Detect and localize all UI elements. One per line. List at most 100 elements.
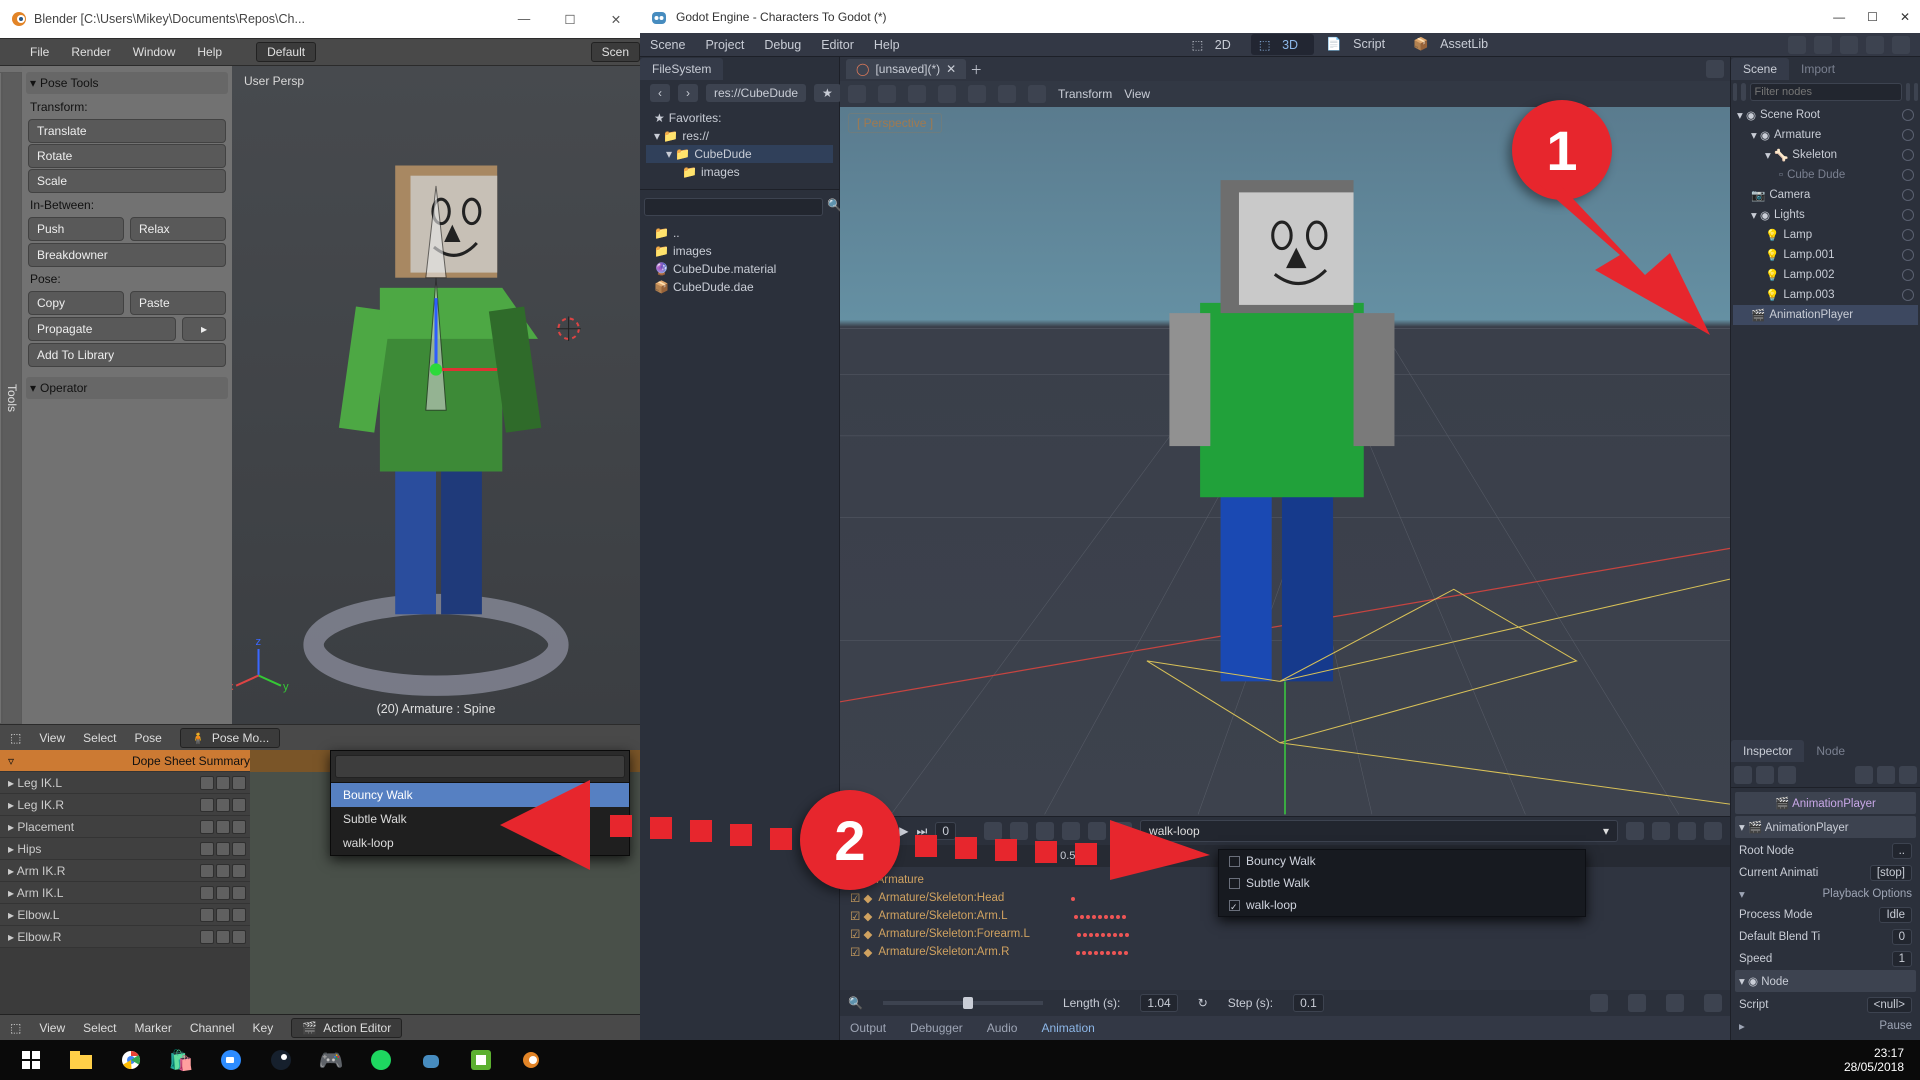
channel-armikl[interactable]: ▸ Arm IK.L bbox=[0, 882, 250, 904]
panel-operator[interactable]: ▾ Operator bbox=[26, 377, 228, 399]
action-editor-dropdown[interactable]: 🎬 Action Editor bbox=[291, 1018, 402, 1038]
action-item-walkloop[interactable]: walk-loop bbox=[331, 831, 629, 855]
insp-load-icon[interactable] bbox=[1756, 766, 1774, 784]
rotate-tool-icon[interactable] bbox=[908, 85, 926, 103]
hdr-select[interactable]: Select bbox=[83, 731, 116, 745]
godot-taskbar-icon[interactable] bbox=[406, 1040, 456, 1080]
inspector-node-head[interactable]: ▾ ◉ Node bbox=[1735, 970, 1916, 992]
add-node-icon[interactable] bbox=[1733, 83, 1737, 101]
inspector-tab[interactable]: Inspector bbox=[1731, 740, 1804, 762]
copy-button[interactable]: Copy bbox=[28, 291, 124, 315]
channel-armikr[interactable]: ▸ Arm IK.R bbox=[0, 860, 250, 882]
play-scene-icon[interactable] bbox=[1866, 36, 1884, 54]
scale-tool-icon[interactable] bbox=[938, 85, 956, 103]
blender-menu-window[interactable]: Window bbox=[133, 45, 176, 59]
distraction-free-icon[interactable] bbox=[1706, 60, 1724, 78]
fs-images[interactable]: 📁 images bbox=[646, 163, 833, 181]
propagate-button[interactable]: Propagate bbox=[28, 317, 176, 341]
fs-item-dae[interactable]: 📦 CubeDude.dae bbox=[646, 278, 833, 296]
node-lamp002[interactable]: 💡 Lamp.002 bbox=[1733, 265, 1918, 285]
visibility-icon[interactable] bbox=[1902, 169, 1914, 181]
anim-load-icon[interactable] bbox=[1010, 822, 1028, 840]
channel-elbowl[interactable]: ▸ Elbow.L bbox=[0, 904, 250, 926]
ds-hdr-marker[interactable]: Marker bbox=[135, 1021, 172, 1035]
import-dock-tab[interactable]: Import bbox=[1789, 58, 1847, 80]
blender-taskbar-icon[interactable] bbox=[506, 1040, 556, 1080]
anim-tool2-icon[interactable] bbox=[1628, 994, 1646, 1012]
blender-menubar[interactable]: File Render Window Help Default Scen bbox=[0, 38, 640, 66]
add-to-library-button[interactable]: Add To Library bbox=[28, 343, 226, 367]
blender-menu-file[interactable]: File bbox=[30, 45, 49, 59]
play-icon[interactable] bbox=[1788, 36, 1806, 54]
camtasia-icon[interactable] bbox=[456, 1040, 506, 1080]
chrome-icon[interactable] bbox=[106, 1040, 156, 1080]
loop-icon[interactable]: ↻ bbox=[1198, 996, 1208, 1010]
vtab-options[interactable]: Options bbox=[0, 72, 2, 724]
menu-editor[interactable]: Editor bbox=[821, 38, 854, 52]
animlist-subtlewalk[interactable]: Subtle Walk bbox=[1219, 872, 1585, 894]
node-armature[interactable]: ▾ ◉ Armature bbox=[1733, 125, 1918, 145]
channel-legikr[interactable]: ▸ Leg IK.R bbox=[0, 794, 250, 816]
btab-debugger[interactable]: Debugger bbox=[910, 1021, 963, 1035]
scene-dropdown[interactable]: Scen bbox=[591, 42, 640, 62]
anim-pin-icon[interactable] bbox=[1704, 822, 1722, 840]
ds-hdr-key[interactable]: Key bbox=[253, 1021, 274, 1035]
menu-scene[interactable]: Scene bbox=[650, 38, 685, 52]
hdr-view[interactable]: View bbox=[39, 731, 65, 745]
mode-assetlib[interactable]: 📦 AssetLib bbox=[1405, 34, 1504, 55]
animation-list-popup[interactable]: Bouncy Walk Subtle Walk walk-loop bbox=[1218, 849, 1586, 917]
maximize-icon[interactable]: ☐ bbox=[556, 5, 584, 33]
visibility-icon[interactable] bbox=[1902, 189, 1914, 201]
channel-elbowr[interactable]: ▸ Elbow.R bbox=[0, 926, 250, 948]
node-lamp[interactable]: 💡 Lamp bbox=[1733, 225, 1918, 245]
close-icon[interactable]: ✕ bbox=[1900, 10, 1910, 24]
tool-shelf-tabs[interactable]: Tools Options Grease Pencil bbox=[0, 66, 22, 724]
view-menu[interactable]: View bbox=[1124, 87, 1150, 101]
anim-new-icon[interactable] bbox=[984, 822, 1002, 840]
anim-tool3-icon[interactable] bbox=[1666, 994, 1684, 1012]
insp-fwd-icon[interactable] bbox=[1877, 766, 1895, 784]
visibility-icon[interactable] bbox=[1902, 289, 1914, 301]
visibility-icon[interactable] bbox=[1902, 209, 1914, 221]
node-tab[interactable]: Node bbox=[1804, 740, 1857, 762]
mode-dropdown[interactable]: 🧍 Pose Mo... bbox=[180, 728, 280, 748]
anim-tool1-icon[interactable] bbox=[1590, 994, 1608, 1012]
channel-placement[interactable]: ▸ Placement bbox=[0, 816, 250, 838]
ds-hdr-view[interactable]: View bbox=[39, 1021, 65, 1035]
relax-button[interactable]: Relax bbox=[130, 217, 226, 241]
length-value[interactable]: 1.04 bbox=[1140, 994, 1177, 1012]
godot-menubar[interactable]: Scene Project Debug Editor Help ⬚ 2D ⬚ 3… bbox=[640, 33, 1920, 57]
fs-filter-input[interactable] bbox=[644, 198, 823, 216]
visibility-icon[interactable] bbox=[1902, 269, 1914, 281]
filesystem-dock[interactable]: FileSystem ‹›res://CubeDude★ ★ Favorites… bbox=[640, 57, 840, 1040]
godot-3d-viewport[interactable]: [ Perspective ] bbox=[840, 107, 1730, 816]
blender-menu-render[interactable]: Render bbox=[71, 45, 110, 59]
anim-dup-icon[interactable] bbox=[1062, 822, 1080, 840]
prop-script-value[interactable]: <null> bbox=[1867, 997, 1912, 1013]
zoom-slider-handle[interactable] bbox=[963, 997, 973, 1009]
anim-save-icon[interactable] bbox=[1036, 822, 1054, 840]
anim-edit-icon[interactable] bbox=[1652, 822, 1670, 840]
node-lamp003[interactable]: 💡 Lamp.003 bbox=[1733, 285, 1918, 305]
animlist-walkloop[interactable]: walk-loop bbox=[1219, 894, 1585, 916]
steam-icon[interactable] bbox=[256, 1040, 306, 1080]
maximize-icon[interactable]: ☐ bbox=[1867, 10, 1878, 24]
mode-2d[interactable]: ⬚ 2D bbox=[1184, 34, 1247, 55]
zoom-app-icon[interactable] bbox=[206, 1040, 256, 1080]
close-tab-icon[interactable]: ✕ bbox=[946, 62, 956, 76]
breakdowner-button[interactable]: Breakdowner bbox=[28, 243, 226, 267]
prop-curanim-value[interactable]: [stop] bbox=[1870, 865, 1912, 881]
btab-audio[interactable]: Audio bbox=[987, 1021, 1018, 1035]
spotify-icon[interactable] bbox=[356, 1040, 406, 1080]
anim-options-icon[interactable] bbox=[1678, 822, 1696, 840]
node-scene-root[interactable]: ▾ ◉ Scene Root bbox=[1733, 105, 1918, 125]
paste-button[interactable]: Paste bbox=[130, 291, 226, 315]
pause-icon[interactable] bbox=[1814, 36, 1832, 54]
vtab-tools[interactable]: Tools bbox=[2, 72, 22, 724]
xbox-icon[interactable]: 🎮 bbox=[306, 1040, 356, 1080]
local-coords-icon[interactable] bbox=[998, 85, 1016, 103]
mode-script[interactable]: 📄 Script bbox=[1318, 34, 1401, 55]
snap-icon[interactable] bbox=[968, 85, 986, 103]
layout-dropdown[interactable]: Default bbox=[256, 42, 316, 62]
action-search-input[interactable] bbox=[335, 755, 625, 778]
